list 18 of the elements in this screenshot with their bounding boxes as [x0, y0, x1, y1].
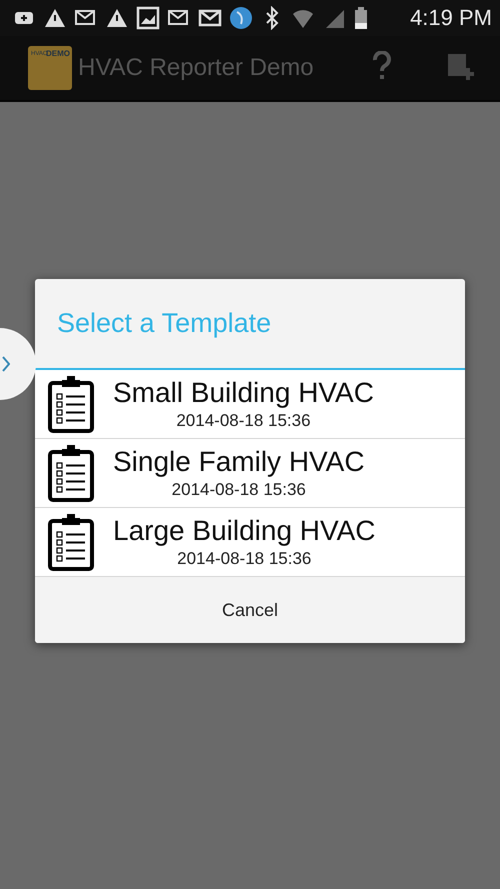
clipboard-icon [47, 444, 95, 502]
battery-icon [353, 6, 369, 30]
template-item[interactable]: Single Family HVAC 2014-08-18 15:36 [35, 439, 465, 508]
template-date: 2014-08-18 15:36 [172, 480, 306, 500]
app-title: HVAC Reporter Demo [78, 54, 314, 82]
image-icon [136, 6, 160, 30]
clipboard-icon [47, 375, 95, 433]
cancel-button[interactable]: Cancel [35, 577, 465, 643]
template-name: Large Building HVAC [113, 515, 376, 547]
template-date: 2014-08-18 15:36 [176, 411, 311, 431]
template-name: Small Building HVAC [113, 377, 374, 409]
clipboard-icon [47, 513, 95, 571]
template-date: 2014-08-18 15:36 [177, 549, 312, 569]
status-time: 4:19 PM [410, 5, 492, 31]
template-name: Single Family HVAC [113, 446, 365, 478]
template-item[interactable]: Large Building HVAC 2014-08-18 15:36 [35, 508, 465, 577]
logo-text: DEMO [46, 49, 70, 58]
template-item[interactable]: Small Building HVAC 2014-08-18 15:36 [35, 370, 465, 439]
